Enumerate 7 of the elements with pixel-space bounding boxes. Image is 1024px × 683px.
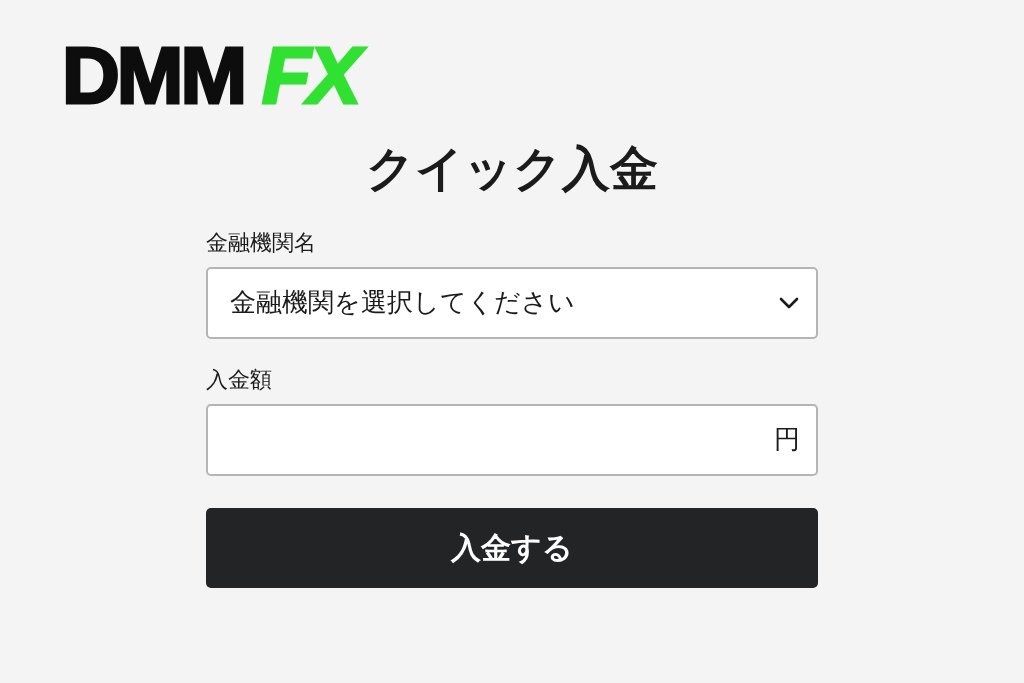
- amount-field[interactable]: 円: [206, 403, 818, 476]
- chevron-down-icon: [778, 295, 800, 310]
- field-label: 入金額: [206, 365, 272, 394]
- bank-select[interactable]: 金融機関を選択してください: [206, 266, 818, 339]
- deposit-button[interactable]: 入金する: [206, 507, 818, 588]
- field-label: 金融機関名: [206, 228, 316, 257]
- page-title: クイック入金: [365, 140, 659, 198]
